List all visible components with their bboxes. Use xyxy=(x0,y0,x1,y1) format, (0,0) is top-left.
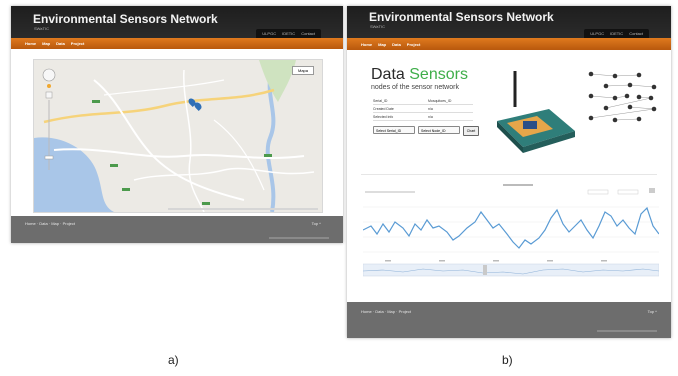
footer-copyright-bar xyxy=(597,330,657,332)
separator-line xyxy=(361,174,657,175)
main-nav: Home Map Data Project xyxy=(347,38,671,50)
network-node xyxy=(636,94,642,100)
network-link xyxy=(590,73,616,77)
info-value: n/a xyxy=(428,114,433,119)
panel-b-screenshot: Environmental Sensors Network SWaTIC ULP… xyxy=(347,6,671,338)
network-node xyxy=(588,115,594,121)
export-menu-icon xyxy=(649,188,655,193)
top-link-contact[interactable]: Contact xyxy=(301,31,315,36)
network-link xyxy=(605,84,631,87)
nav-data[interactable]: Data xyxy=(392,42,401,47)
navigator-handle xyxy=(483,265,487,275)
network-node xyxy=(627,82,633,88)
info-table: Serial_ID Mosquitoes_ID Created Date n/a… xyxy=(373,97,473,121)
sensor-map[interactable]: Mapa xyxy=(33,59,323,213)
network-node xyxy=(651,106,657,112)
page-subtitle: nodes of the sensor network xyxy=(371,84,459,91)
network-node xyxy=(651,84,657,90)
top-link-ulpgc[interactable]: ULPGC xyxy=(262,31,276,36)
zoom-range-buttons xyxy=(365,191,415,193)
map-type-button[interactable]: Mapa xyxy=(292,66,314,75)
page-title-sensors: Sensors xyxy=(409,66,468,83)
chart-navigator xyxy=(363,263,659,277)
page-title: Data Sensors xyxy=(371,66,468,84)
nav-data[interactable]: Data xyxy=(56,41,65,46)
footer-copyright-bar xyxy=(269,237,329,239)
footer-links[interactable]: Home · Data · Map · Project xyxy=(25,221,75,226)
network-link xyxy=(614,74,640,77)
site-footer: Home · Data · Map · Project Top ^ xyxy=(11,216,343,243)
nav-project[interactable]: Project xyxy=(71,41,85,46)
nav-project[interactable]: Project xyxy=(407,42,421,47)
chart-title-bar xyxy=(503,184,533,186)
network-node xyxy=(636,116,642,122)
site-subtitle: SWaTIC xyxy=(34,26,49,31)
top-link-ulpgc[interactable]: ULPGC xyxy=(590,31,604,36)
top-link-idetic[interactable]: IDETIC xyxy=(282,31,295,36)
network-link xyxy=(590,95,616,99)
info-value: Mosquitoes_ID xyxy=(428,98,452,103)
panel-a-screenshot: Environmental Sensors Network SWaTIC ULP… xyxy=(11,6,343,243)
info-label: Created Date xyxy=(373,106,394,111)
site-footer: Home · Data · Map · Project Top ^ xyxy=(347,302,671,338)
back-to-top-link[interactable]: Top ^ xyxy=(312,221,321,226)
site-header: Environmental Sensors Network SWaTIC ULP… xyxy=(347,6,671,38)
network-node xyxy=(627,104,633,110)
back-to-top-link[interactable]: Top ^ xyxy=(648,309,657,314)
site-title: Environmental Sensors Network xyxy=(33,12,218,26)
nav-map[interactable]: Map xyxy=(378,42,386,47)
network-link xyxy=(590,108,655,119)
site-title: Environmental Sensors Network xyxy=(369,10,554,24)
main-nav: Home Map Data Project xyxy=(11,38,343,49)
footer-links[interactable]: Home · Data · Map · Project xyxy=(361,309,411,314)
map-graphic xyxy=(34,60,315,212)
top-link-idetic[interactable]: IDETIC xyxy=(610,31,623,36)
site-subtitle: SWaTIC xyxy=(370,24,385,29)
info-value: n/a xyxy=(428,106,433,111)
top-link-contact[interactable]: Contact xyxy=(629,31,643,36)
nav-home[interactable]: Home xyxy=(361,42,372,47)
nav-map[interactable]: Map xyxy=(42,41,50,46)
sensor-board-image xyxy=(487,61,579,166)
nav-home[interactable]: Home xyxy=(25,41,36,46)
network-node xyxy=(612,95,618,101)
network-node xyxy=(636,72,642,78)
network-node xyxy=(612,117,618,123)
network-node xyxy=(603,105,609,111)
info-label: Selected info xyxy=(373,114,394,119)
map-attribution xyxy=(168,208,318,210)
serial-select[interactable]: Select Serial_ID xyxy=(373,126,415,134)
network-node xyxy=(612,73,618,79)
network-node xyxy=(588,93,594,99)
serial-select-label: Select Serial_ID xyxy=(376,129,402,133)
chart-button[interactable]: Chart xyxy=(463,126,479,136)
network-link xyxy=(629,84,655,88)
node-select-label: Select Node_ID xyxy=(421,129,446,133)
network-node xyxy=(588,71,594,77)
site-header: Environmental Sensors Network SWaTIC ULP… xyxy=(11,6,343,38)
network-link xyxy=(614,118,640,121)
caption-b: b) xyxy=(502,353,513,367)
top-links: ULPGC IDETIC Contact xyxy=(584,29,649,38)
sensor-network-diagram xyxy=(588,71,657,123)
network-node xyxy=(624,93,630,99)
network-link xyxy=(629,106,655,110)
node-select[interactable]: Select Node_ID xyxy=(418,126,460,134)
time-series-chart xyxy=(363,182,659,278)
network-node xyxy=(603,83,609,89)
page-title-data: Data xyxy=(371,66,405,83)
caption-a: a) xyxy=(168,353,179,367)
info-label: Serial_ID xyxy=(373,98,388,103)
network-node xyxy=(648,95,654,101)
top-links: ULPGC IDETIC Contact xyxy=(256,29,321,38)
